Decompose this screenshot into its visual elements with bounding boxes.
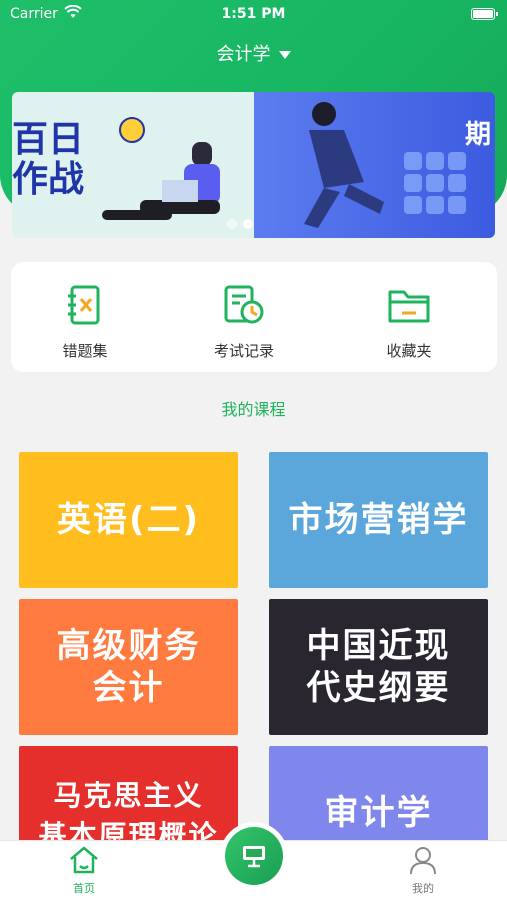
- shortcut-label: 收藏夹: [386, 342, 432, 360]
- tab-label: 我的: [412, 882, 434, 895]
- shortcut-label: 错题集: [62, 342, 108, 360]
- subject-selector[interactable]: 会计学: [0, 40, 507, 66]
- carousel-dot: [243, 219, 253, 229]
- shortcut-panel: 错题集 考试记录 收藏夹: [11, 262, 497, 372]
- banner-slide[interactable]: 期: [254, 92, 495, 238]
- banner-carousel[interactable]: 百日 作战 期: [12, 92, 495, 238]
- shortcut-wrong-questions[interactable]: 错题集: [25, 284, 145, 361]
- banner-slide[interactable]: 百日 作战: [12, 92, 254, 238]
- banner-text: 期: [464, 120, 491, 150]
- shortcut-label: 考试记录: [213, 342, 274, 360]
- battery-icon: [471, 8, 498, 20]
- folder-icon: [388, 290, 430, 323]
- course-card[interactable]: 高级财务 会计: [19, 599, 238, 735]
- home-icon: [70, 846, 98, 874]
- course-title: 中国近现 代史纲要: [306, 626, 451, 708]
- shortcut-favorites[interactable]: 收藏夹: [349, 284, 469, 361]
- status-time: 1:51 PM: [221, 6, 286, 22]
- course-card[interactable]: 市场营销学: [269, 452, 488, 588]
- caret-down-icon: [278, 51, 291, 59]
- course-card[interactable]: 英语(二): [19, 452, 238, 588]
- clock-document-icon: [224, 285, 264, 324]
- tab-mine[interactable]: 我的: [383, 845, 463, 896]
- carousel-dot: [227, 219, 237, 229]
- course-title: 高级财务 会计: [56, 626, 201, 708]
- carousel-indicator: [227, 214, 259, 233]
- tab-home[interactable]: 首页: [44, 845, 124, 896]
- tab-label: 首页: [73, 882, 95, 895]
- course-card[interactable]: 中国近现 代史纲要: [269, 599, 488, 735]
- center-action-button[interactable]: [220, 822, 288, 890]
- board-icon: [243, 846, 265, 868]
- notebook-x-icon: [68, 285, 100, 325]
- person-icon: [410, 847, 436, 875]
- shortcut-exam-records[interactable]: 考试记录: [184, 284, 304, 361]
- course-title: 市场营销学: [288, 500, 469, 540]
- course-title: 审计学: [324, 793, 433, 833]
- section-title: 我的课程: [221, 400, 286, 419]
- banner-text: 百日 作战: [12, 119, 85, 200]
- course-title: 英语(二): [56, 500, 201, 540]
- subject-label: 会计学: [216, 44, 271, 65]
- status-bar: Carrier 1:51 PM: [0, 0, 507, 28]
